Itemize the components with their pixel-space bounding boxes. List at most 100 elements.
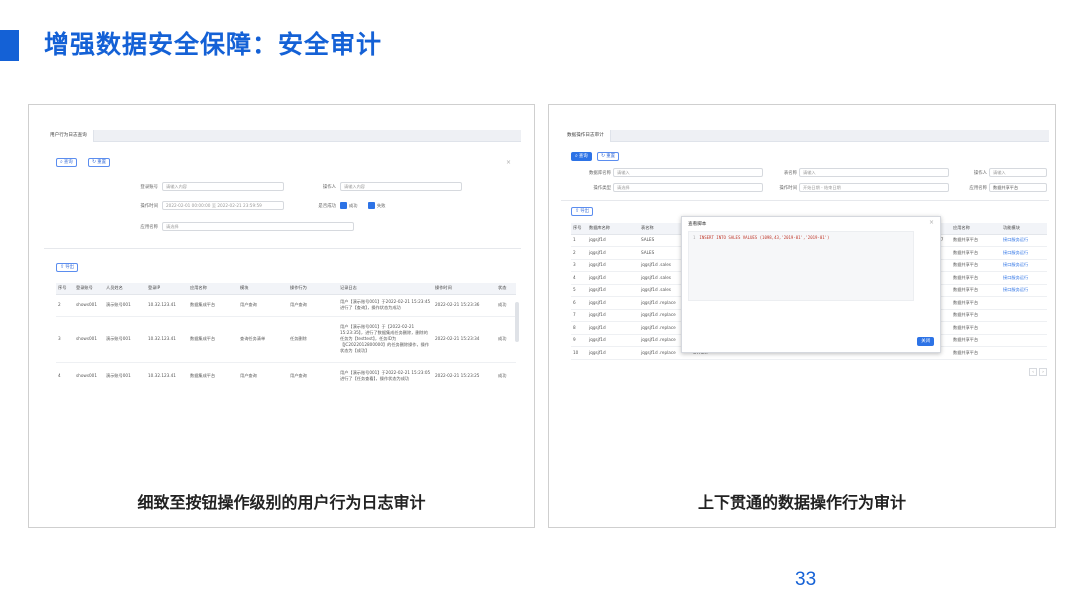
operator-label: 操作人 [322, 185, 336, 190]
operator-label: 操作人 [973, 171, 987, 176]
operator-input[interactable]: 请输入内容 [340, 182, 462, 191]
op-time-label: 操作时间 [779, 186, 797, 191]
table-scrollbar[interactable] [515, 302, 519, 342]
col-header: 数据库名称 [587, 223, 639, 235]
tab-data-op-log[interactable]: 数据操作日志审计 [561, 130, 611, 142]
app-name-select[interactable]: 请选择 [162, 222, 354, 231]
op-time-range[interactable]: 开始日期 - 结束日期 [799, 183, 949, 192]
cell: 4 [56, 362, 74, 382]
col-header: 状态 [496, 283, 516, 295]
cell: 数据共享平台 [951, 259, 1001, 272]
refresh-icon: ↻ [92, 159, 97, 165]
table-name-input[interactable]: 请输入 [799, 168, 949, 177]
cell: shows001 [74, 316, 104, 363]
cell: 数据共享平台 [951, 309, 1001, 322]
login-account-label: 登录账号 [140, 185, 158, 190]
next-page-icon[interactable]: › [1039, 368, 1047, 376]
cell: jqgsjf1d [587, 246, 639, 260]
fail-label: 失败 [377, 203, 386, 208]
tab-strip: 用户行为日志查询 [44, 130, 521, 142]
operator-input[interactable]: 请输入 [989, 168, 1047, 177]
cell: 数据共享平台 [951, 271, 1001, 285]
col-header: 登录账号 [74, 283, 104, 295]
tab-user-log[interactable]: 用户行为日志查询 [44, 130, 94, 142]
col-header: 操作行为 [288, 283, 338, 295]
cell: 成功 [496, 294, 516, 317]
slide-title: 增强数据安全保障：安全审计 [44, 30, 383, 59]
login-account-input[interactable]: 请输入内容 [162, 182, 284, 191]
cell: 2022-02-21 15:23:34 [433, 316, 496, 363]
col-header: 应用名称 [951, 223, 1001, 235]
op-time-range[interactable]: 2022-02-01 00:00:00 至 2022-02-21 23:59:5… [162, 201, 284, 210]
cell: 7 [571, 309, 587, 322]
cell: 用户【演示账号001】于2022-02-21 15:23:05进行了【任务查看】… [338, 362, 433, 382]
export-button[interactable]: ⇪导出 [571, 207, 593, 216]
cell: 查询任务清单 [238, 316, 288, 363]
cell: 用户查询 [238, 294, 288, 317]
user-log-table: 序号 登录账号 人员姓名 登录IP 应用名称 模块 操作行为 记录日志 操作时间… [56, 283, 516, 382]
export-icon: ⇪ [575, 208, 580, 214]
reset-button[interactable]: ↻重置 [88, 158, 110, 167]
tab-strip: 数据操作日志审计 [561, 130, 1049, 142]
table-row[interactable]: 4 shows001 演示账号001 10.32.123.41 数据集成平台 用… [56, 362, 516, 382]
slide: 增强数据安全保障：安全审计 用户行为日志查询 ⌕查询 ↻重置 × 登录账号 请输… [0, 0, 1080, 608]
table-row[interactable]: 2 shows001 演示账号001 10.32.123.41 数据集成平台 用… [56, 294, 516, 317]
col-header: 记录日志 [338, 283, 433, 295]
cell: shows001 [74, 294, 104, 317]
fail-checkbox[interactable] [368, 202, 375, 209]
table-name-label: 表名称 [783, 171, 797, 176]
search-icon: ⌕ [60, 159, 63, 165]
cell: shows001 [74, 362, 104, 382]
cell: jqgsjf1d [587, 321, 639, 335]
export-button[interactable]: ⇪导出 [56, 263, 78, 272]
db-name-input[interactable]: 请输入 [613, 168, 763, 177]
pagination: ‹ › [1027, 368, 1047, 376]
modal-close-button[interactable]: 关闭 [917, 337, 934, 346]
reset-button[interactable]: ↻重置 [597, 152, 619, 161]
query-button[interactable]: ⌕查询 [571, 152, 592, 161]
cell: 接口服务运行 [1001, 234, 1047, 247]
cell: 10 [571, 346, 587, 360]
cell: 任务删除 [288, 316, 338, 363]
query-button[interactable]: ⌕查询 [56, 158, 77, 167]
cell [1001, 334, 1047, 347]
cell: 数据共享平台 [951, 346, 1001, 360]
cell: 演示账号001 [104, 294, 146, 317]
col-header: 序号 [56, 283, 74, 295]
success-checkbox[interactable] [340, 202, 347, 209]
op-time-label: 操作时间 [140, 204, 158, 209]
card-user-behavior-audit: 用户行为日志查询 ⌕查询 ↻重置 × 登录账号 请输入内容 操作人 请输入内容 … [28, 104, 535, 528]
cell: 成功 [496, 316, 516, 363]
table-row[interactable]: 3 shows001 演示账号001 10.32.123.41 数据集成平台 查… [56, 316, 516, 363]
divider [561, 200, 1049, 201]
cell: 演示账号001 [104, 362, 146, 382]
prev-page-icon[interactable]: ‹ [1029, 368, 1037, 376]
export-icon: ⇪ [60, 264, 65, 270]
cell: 用户【演示账号001】于【2022-02-21 15:23:35】，进行了数据集… [338, 316, 433, 363]
cell: 3 [571, 259, 587, 272]
cell: 2 [56, 294, 74, 317]
cell: 2 [571, 246, 587, 260]
right-caption: 上下贯通的数据操作行为审计 [697, 493, 906, 512]
divider [44, 248, 521, 249]
col-header: 应用名称 [188, 283, 238, 295]
search-icon: ⌕ [575, 153, 578, 159]
app-name-select[interactable]: 数据共享平台 [989, 183, 1047, 192]
cell: 用户查询 [288, 362, 338, 382]
close-icon[interactable]: × [506, 159, 511, 166]
cell [1001, 321, 1047, 335]
col-header: 功能模块 [1001, 223, 1047, 235]
cell: 接口服务运行 [1001, 284, 1047, 297]
app-name-label: 应用名称 [140, 225, 158, 230]
op-type-label: 操作类型 [593, 186, 611, 191]
op-type-select[interactable]: 请选择 [613, 183, 763, 192]
cell: 数据共享平台 [951, 334, 1001, 347]
modal-title: 查看脚本 [688, 222, 707, 227]
modal-close-icon[interactable]: × [929, 219, 934, 226]
left-caption: 细致至按钮操作级别的用户行为日志审计 [137, 493, 426, 512]
cell: jqgsjf1d [587, 259, 639, 272]
cell: 6 [571, 296, 587, 310]
cell [1001, 296, 1047, 310]
cell: 数据共享平台 [951, 246, 1001, 260]
cell: 4 [571, 271, 587, 285]
